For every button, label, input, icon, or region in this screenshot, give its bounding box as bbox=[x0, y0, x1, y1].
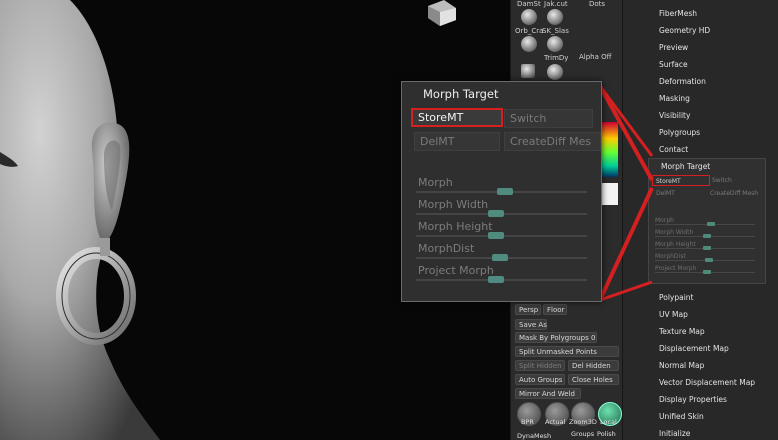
dynamesh-label[interactable]: DynaMesh bbox=[517, 432, 551, 440]
menu-polygroups[interactable]: Polygroups bbox=[659, 128, 700, 137]
mini-slider-label: Morph Width bbox=[655, 229, 694, 236]
morph-target-title[interactable]: Morph Target bbox=[423, 87, 499, 101]
alpha-off-label[interactable]: Alpha Off bbox=[579, 53, 611, 61]
menu-masking[interactable]: Masking bbox=[659, 94, 690, 103]
mask-by-polygroups-slider[interactable]: Mask By Polygroups 0 bbox=[515, 332, 597, 343]
slider-project-morph[interactable]: Project Morph bbox=[416, 264, 587, 284]
tool-thumb-cube[interactable] bbox=[521, 64, 535, 78]
menu-geometry-hd[interactable]: Geometry HD bbox=[659, 26, 710, 35]
morph-target-zoom-panel: Morph Target StoreMT Switch DelMT Create… bbox=[401, 81, 602, 302]
menu-normal-map[interactable]: Normal Map bbox=[659, 361, 704, 370]
mask-by-polygroups-label: Mask By Polygroups bbox=[519, 334, 589, 342]
close-holes-button[interactable]: Close Holes bbox=[568, 374, 619, 385]
menu-display-properties[interactable]: Display Properties bbox=[659, 395, 727, 404]
menu-fibermesh[interactable]: FiberMesh bbox=[659, 9, 697, 18]
mask-by-polygroups-value: 0 bbox=[590, 334, 596, 342]
main-color-box[interactable] bbox=[602, 183, 618, 205]
mini-slider-label: Morph Height bbox=[655, 241, 696, 248]
slider-morphdist[interactable]: MorphDist bbox=[416, 242, 587, 262]
mini-slider-knob[interactable] bbox=[705, 258, 713, 262]
zoom3d-label: Zoom3D bbox=[569, 418, 597, 426]
polish-label[interactable]: Polish bbox=[597, 430, 616, 438]
menu-uv-map[interactable]: UV Map bbox=[659, 310, 688, 319]
slider-morph-width[interactable]: Morph Width bbox=[416, 198, 587, 218]
slider-morph-height[interactable]: Morph Height bbox=[416, 220, 587, 240]
menu-contact[interactable]: Contact bbox=[659, 145, 688, 154]
mini-slider-knob[interactable] bbox=[703, 246, 711, 250]
brush-thumb-sk[interactable] bbox=[547, 9, 563, 25]
groups-label[interactable]: Groups bbox=[571, 430, 594, 438]
mini-slider-project-morph[interactable]: Project Morph bbox=[655, 265, 755, 274]
slider-morph-width-label: Morph Width bbox=[418, 198, 489, 211]
menu-preview[interactable]: Preview bbox=[659, 43, 688, 52]
slider-morphdist-label: MorphDist bbox=[418, 242, 475, 255]
mini-slider-knob[interactable] bbox=[703, 234, 711, 238]
storemt-button[interactable]: StoreMT bbox=[411, 108, 503, 127]
slider-morph-height-label: Morph Height bbox=[418, 220, 493, 233]
switch-button[interactable]: Switch bbox=[504, 109, 593, 128]
mini-delmt-button[interactable]: DelMT bbox=[653, 188, 703, 199]
mini-slider-track bbox=[655, 224, 755, 225]
mini-slider-morph[interactable]: Morph bbox=[655, 217, 755, 226]
morph-target-subpalette: Morph Target StoreMT Switch DelMT Create… bbox=[648, 158, 766, 284]
menu-visibility[interactable]: Visibility bbox=[659, 111, 690, 120]
menu-texture-map[interactable]: Texture Map bbox=[659, 327, 705, 336]
mini-slider-label: Project Morph bbox=[655, 265, 697, 272]
menu-initialize[interactable]: Initialize bbox=[659, 429, 690, 438]
brush-label-trimdy[interactable]: TrimDy bbox=[544, 54, 568, 62]
mini-slider-morph-height[interactable]: Morph Height bbox=[655, 241, 755, 250]
creatediff-mesh-button[interactable]: CreateDiff Mes bbox=[504, 132, 601, 151]
mini-slider-knob[interactable] bbox=[707, 222, 715, 226]
brush-label-damst[interactable]: DamSt bbox=[517, 0, 541, 8]
color-picker-swatch[interactable] bbox=[600, 122, 618, 177]
menu-vector-displacement-map[interactable]: Vector Displacement Map bbox=[659, 378, 755, 387]
menu-deformation[interactable]: Deformation bbox=[659, 77, 706, 86]
mini-switch-button[interactable]: Switch bbox=[709, 175, 761, 186]
brush-thumb-cube[interactable] bbox=[521, 36, 537, 52]
slider-knob[interactable] bbox=[488, 232, 504, 239]
persp-button[interactable]: Persp bbox=[515, 304, 541, 315]
slider-morph-label: Morph bbox=[418, 176, 453, 189]
slider-project-morph-label: Project Morph bbox=[418, 264, 494, 277]
menu-surface[interactable]: Surface bbox=[659, 60, 688, 69]
mirror-and-weld-button[interactable]: Mirror And Weld bbox=[515, 388, 581, 399]
brush-thumb-alt[interactable] bbox=[547, 64, 563, 80]
bpr-label: BPR bbox=[521, 418, 534, 426]
save-as-button[interactable]: Save As bbox=[515, 319, 547, 330]
slider-knob[interactable] bbox=[488, 210, 504, 217]
brush-label-jakcut[interactable]: Jak.cut bbox=[544, 0, 568, 8]
brush-label-dots[interactable]: Dots bbox=[589, 0, 605, 8]
brush-thumb-trimdy[interactable] bbox=[547, 36, 563, 52]
mini-slider-morph-width[interactable]: Morph Width bbox=[655, 229, 755, 238]
brush-thumb-orb[interactable] bbox=[521, 9, 537, 25]
mini-morph-target-title[interactable]: Morph Target bbox=[661, 162, 710, 171]
auto-groups-button[interactable]: Auto Groups bbox=[515, 374, 565, 385]
mini-slider-label: Morph bbox=[655, 217, 674, 224]
mini-storemt-button[interactable]: StoreMT bbox=[652, 175, 710, 186]
zbrush-window: DamSt Jak.cut Dots Orb_Cra SK_Slas TrimD… bbox=[0, 0, 778, 440]
slider-morph[interactable]: Morph bbox=[416, 176, 587, 196]
mini-slider-morphdist[interactable]: MorphDist bbox=[655, 253, 755, 262]
slider-knob[interactable] bbox=[497, 188, 513, 195]
mini-slider-knob[interactable] bbox=[703, 270, 711, 274]
slider-knob[interactable] bbox=[488, 276, 504, 283]
brush-label-orb[interactable]: Orb_Cra bbox=[515, 27, 543, 35]
split-unmasked-points-button[interactable]: Split Unmasked Points bbox=[515, 346, 619, 357]
delmt-button[interactable]: DelMT bbox=[414, 132, 500, 151]
menu-polypaint[interactable]: Polypaint bbox=[659, 293, 694, 302]
floor-button[interactable]: Floor bbox=[543, 304, 567, 315]
slider-knob[interactable] bbox=[492, 254, 508, 261]
local-label: Local bbox=[600, 418, 617, 426]
menu-unified-skin[interactable]: Unified Skin bbox=[659, 412, 704, 421]
actual-label: Actual bbox=[545, 418, 566, 426]
mini-slider-label: MorphDist bbox=[655, 253, 686, 260]
brush-label-sk[interactable]: SK_Slas bbox=[542, 27, 569, 35]
split-hidden-button[interactable]: Split Hidden bbox=[515, 360, 565, 371]
del-hidden-button[interactable]: Del Hidden bbox=[568, 360, 619, 371]
menu-displacement-map[interactable]: Displacement Map bbox=[659, 344, 729, 353]
mini-creatediff-button[interactable]: CreateDiff Mesh bbox=[707, 188, 765, 199]
